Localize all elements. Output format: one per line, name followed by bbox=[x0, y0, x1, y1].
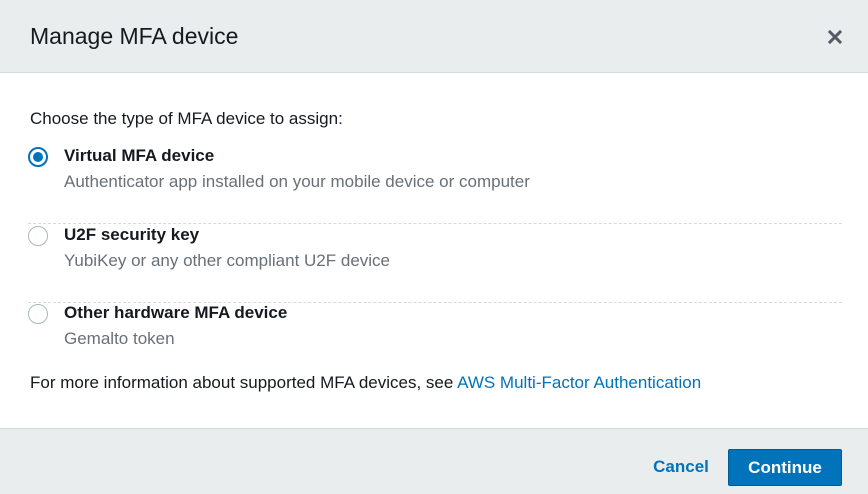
more-info-prefix: For more information about supported MFA… bbox=[30, 373, 458, 392]
option-label: Other hardware MFA device bbox=[64, 303, 288, 322]
close-icon bbox=[828, 30, 842, 44]
modal-header: Manage MFA device bbox=[0, 0, 868, 73]
option-u2f-key[interactable]: U2F security key YubiKey or any other co… bbox=[28, 225, 842, 303]
more-info-text: For more information about supported MFA… bbox=[30, 373, 701, 393]
modal-body: Choose the type of MFA device to assign:… bbox=[0, 73, 868, 428]
cancel-button[interactable]: Cancel bbox=[640, 450, 722, 484]
mfa-type-prompt: Choose the type of MFA device to assign: bbox=[30, 109, 343, 128]
manage-mfa-modal: Manage MFA device Choose the type of MFA… bbox=[0, 0, 868, 494]
close-button[interactable] bbox=[822, 25, 848, 49]
radio-u2f-key[interactable] bbox=[28, 226, 48, 246]
continue-button[interactable]: Continue bbox=[728, 449, 842, 486]
option-label: U2F security key bbox=[64, 225, 200, 244]
option-label: Virtual MFA device bbox=[64, 146, 215, 165]
option-virtual-mfa[interactable]: Virtual MFA device Authenticator app ins… bbox=[28, 146, 842, 224]
option-description: Authenticator app installed on your mobi… bbox=[64, 172, 530, 191]
modal-title: Manage MFA device bbox=[30, 23, 239, 49]
option-hardware-mfa[interactable]: Other hardware MFA device Gemalto token bbox=[28, 303, 842, 381]
option-description: Gemalto token bbox=[64, 329, 175, 348]
aws-mfa-link[interactable]: AWS Multi-Factor Authentication bbox=[457, 373, 701, 392]
modal-footer: Cancel Continue bbox=[0, 428, 868, 494]
option-description: YubiKey or any other compliant U2F devic… bbox=[64, 251, 391, 270]
radio-hardware-mfa[interactable] bbox=[28, 304, 48, 324]
radio-virtual-mfa[interactable] bbox=[28, 147, 48, 167]
